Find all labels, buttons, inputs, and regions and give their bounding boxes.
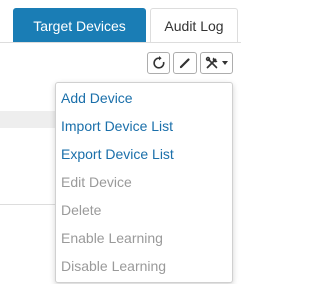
tab-audit-log[interactable]: Audit Log: [150, 8, 238, 43]
tools-dropdown-menu: Add Device Import Device List Export Dev…: [55, 82, 233, 283]
menu-item-import-device-list[interactable]: Import Device List: [61, 116, 173, 136]
refresh-button[interactable]: [147, 52, 170, 74]
edit-button[interactable]: [173, 52, 197, 74]
tab-divider: [0, 42, 241, 43]
menu-item-delete: Delete: [61, 202, 102, 218]
menu-item-export-device-list[interactable]: Export Device List: [61, 144, 174, 164]
pencil-icon: [178, 56, 192, 70]
tools-icon: [205, 56, 219, 70]
menu-item-enable-learning: Enable Learning: [61, 230, 163, 246]
tab-bar: Target Devices Audit Log: [0, 0, 241, 44]
table-header-background: [0, 111, 55, 128]
tab-target-devices[interactable]: Target Devices: [13, 8, 146, 43]
tools-dropdown-button[interactable]: [200, 52, 233, 74]
refresh-icon: [152, 56, 166, 70]
caret-down-icon: [222, 61, 228, 65]
table-row-divider: [0, 204, 55, 205]
menu-item-disable-learning: Disable Learning: [61, 258, 167, 274]
menu-item-edit-device: Edit Device: [61, 174, 132, 190]
menu-item-add-device[interactable]: Add Device: [61, 88, 133, 108]
